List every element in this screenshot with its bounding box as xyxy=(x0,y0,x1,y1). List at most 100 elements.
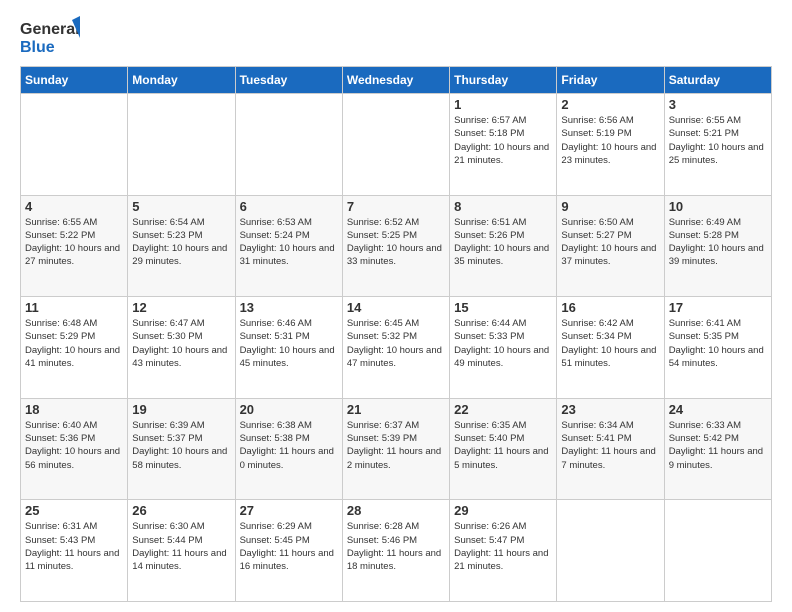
day-info: Sunrise: 6:47 AM Sunset: 5:30 PM Dayligh… xyxy=(132,317,230,370)
week-row-3: 18 Sunrise: 6:40 AM Sunset: 5:36 PM Dayli… xyxy=(21,398,772,500)
day-number: 22 xyxy=(454,402,552,417)
day-cell: 22 Sunrise: 6:35 AM Sunset: 5:40 PM Dayli… xyxy=(450,398,557,500)
day-info: Sunrise: 6:44 AM Sunset: 5:33 PM Dayligh… xyxy=(454,317,552,370)
page: GeneralBlue SundayMondayTuesdayWednesday… xyxy=(0,0,792,612)
week-row-2: 11 Sunrise: 6:48 AM Sunset: 5:29 PM Dayli… xyxy=(21,297,772,399)
day-number: 26 xyxy=(132,503,230,518)
day-cell: 27 Sunrise: 6:29 AM Sunset: 5:45 PM Dayli… xyxy=(235,500,342,602)
col-header-thursday: Thursday xyxy=(450,67,557,94)
day-number: 23 xyxy=(561,402,659,417)
day-cell xyxy=(557,500,664,602)
day-number: 9 xyxy=(561,199,659,214)
day-cell: 18 Sunrise: 6:40 AM Sunset: 5:36 PM Dayli… xyxy=(21,398,128,500)
day-number: 14 xyxy=(347,300,445,315)
day-number: 20 xyxy=(240,402,338,417)
day-cell: 26 Sunrise: 6:30 AM Sunset: 5:44 PM Dayli… xyxy=(128,500,235,602)
day-cell xyxy=(342,94,449,196)
day-info: Sunrise: 6:48 AM Sunset: 5:29 PM Dayligh… xyxy=(25,317,123,370)
day-number: 21 xyxy=(347,402,445,417)
day-info: Sunrise: 6:45 AM Sunset: 5:32 PM Dayligh… xyxy=(347,317,445,370)
day-cell: 3Sunrise: 6:55 AM Sunset: 5:21 PM Daylig… xyxy=(664,94,771,196)
header: GeneralBlue xyxy=(20,16,772,56)
day-cell: 12 Sunrise: 6:47 AM Sunset: 5:30 PM Dayli… xyxy=(128,297,235,399)
day-number: 17 xyxy=(669,300,767,315)
day-cell: 9 Sunrise: 6:50 AM Sunset: 5:27 PM Daylig… xyxy=(557,195,664,297)
day-info: Sunrise: 6:56 AM Sunset: 5:19 PM Dayligh… xyxy=(561,114,659,167)
day-number: 2 xyxy=(561,97,659,112)
col-header-saturday: Saturday xyxy=(664,67,771,94)
day-cell: 10Sunrise: 6:49 AM Sunset: 5:28 PM Dayli… xyxy=(664,195,771,297)
day-number: 25 xyxy=(25,503,123,518)
col-header-friday: Friday xyxy=(557,67,664,94)
day-number: 15 xyxy=(454,300,552,315)
svg-text:Blue: Blue xyxy=(20,39,55,56)
day-info: Sunrise: 6:54 AM Sunset: 5:23 PM Dayligh… xyxy=(132,216,230,269)
day-cell: 4Sunrise: 6:55 AM Sunset: 5:22 PM Daylig… xyxy=(21,195,128,297)
day-info: Sunrise: 6:37 AM Sunset: 5:39 PM Dayligh… xyxy=(347,419,445,472)
col-header-monday: Monday xyxy=(128,67,235,94)
svg-text:General: General xyxy=(20,21,80,38)
day-number: 6 xyxy=(240,199,338,214)
day-number: 28 xyxy=(347,503,445,518)
day-number: 16 xyxy=(561,300,659,315)
day-info: Sunrise: 6:46 AM Sunset: 5:31 PM Dayligh… xyxy=(240,317,338,370)
day-number: 7 xyxy=(347,199,445,214)
calendar-table: SundayMondayTuesdayWednesdayThursdayFrid… xyxy=(20,66,772,602)
day-cell: 19Sunrise: 6:39 AM Sunset: 5:37 PM Dayli… xyxy=(128,398,235,500)
day-cell: 2 Sunrise: 6:56 AM Sunset: 5:19 PM Daylig… xyxy=(557,94,664,196)
day-cell: 15 Sunrise: 6:44 AM Sunset: 5:33 PM Dayli… xyxy=(450,297,557,399)
day-info: Sunrise: 6:30 AM Sunset: 5:44 PM Dayligh… xyxy=(132,520,230,573)
day-info: Sunrise: 6:35 AM Sunset: 5:40 PM Dayligh… xyxy=(454,419,552,472)
day-cell: 11 Sunrise: 6:48 AM Sunset: 5:29 PM Dayli… xyxy=(21,297,128,399)
day-number: 11 xyxy=(25,300,123,315)
col-header-wednesday: Wednesday xyxy=(342,67,449,94)
day-number: 18 xyxy=(25,402,123,417)
day-info: Sunrise: 6:57 AM Sunset: 5:18 PM Dayligh… xyxy=(454,114,552,167)
day-number: 27 xyxy=(240,503,338,518)
day-number: 5 xyxy=(132,199,230,214)
day-info: Sunrise: 6:52 AM Sunset: 5:25 PM Dayligh… xyxy=(347,216,445,269)
day-number: 12 xyxy=(132,300,230,315)
day-info: Sunrise: 6:31 AM Sunset: 5:43 PM Dayligh… xyxy=(25,520,123,573)
day-info: Sunrise: 6:26 AM Sunset: 5:47 PM Dayligh… xyxy=(454,520,552,573)
day-info: Sunrise: 6:28 AM Sunset: 5:46 PM Dayligh… xyxy=(347,520,445,573)
col-header-tuesday: Tuesday xyxy=(235,67,342,94)
day-number: 4 xyxy=(25,199,123,214)
week-row-4: 25 Sunrise: 6:31 AM Sunset: 5:43 PM Dayli… xyxy=(21,500,772,602)
day-cell: 8 Sunrise: 6:51 AM Sunset: 5:26 PM Daylig… xyxy=(450,195,557,297)
logo-svg: GeneralBlue xyxy=(20,16,80,56)
day-cell: 16 Sunrise: 6:42 AM Sunset: 5:34 PM Dayli… xyxy=(557,297,664,399)
day-number: 13 xyxy=(240,300,338,315)
day-number: 19 xyxy=(132,402,230,417)
day-cell: 7 Sunrise: 6:52 AM Sunset: 5:25 PM Daylig… xyxy=(342,195,449,297)
day-number: 1 xyxy=(454,97,552,112)
day-number: 8 xyxy=(454,199,552,214)
day-info: Sunrise: 6:29 AM Sunset: 5:45 PM Dayligh… xyxy=(240,520,338,573)
day-cell xyxy=(664,500,771,602)
day-info: Sunrise: 6:41 AM Sunset: 5:35 PM Dayligh… xyxy=(669,317,767,370)
day-cell: 24Sunrise: 6:33 AM Sunset: 5:42 PM Dayli… xyxy=(664,398,771,500)
day-info: Sunrise: 6:51 AM Sunset: 5:26 PM Dayligh… xyxy=(454,216,552,269)
day-cell: 1 Sunrise: 6:57 AM Sunset: 5:18 PM Daylig… xyxy=(450,94,557,196)
day-cell xyxy=(21,94,128,196)
day-cell: 28 Sunrise: 6:28 AM Sunset: 5:46 PM Dayli… xyxy=(342,500,449,602)
day-cell: 20 Sunrise: 6:38 AM Sunset: 5:38 PM Dayli… xyxy=(235,398,342,500)
day-info: Sunrise: 6:50 AM Sunset: 5:27 PM Dayligh… xyxy=(561,216,659,269)
day-cell: 13 Sunrise: 6:46 AM Sunset: 5:31 PM Dayli… xyxy=(235,297,342,399)
day-info: Sunrise: 6:53 AM Sunset: 5:24 PM Dayligh… xyxy=(240,216,338,269)
day-cell: 23Sunrise: 6:34 AM Sunset: 5:41 PM Dayli… xyxy=(557,398,664,500)
day-number: 29 xyxy=(454,503,552,518)
day-info: Sunrise: 6:55 AM Sunset: 5:21 PM Dayligh… xyxy=(669,114,767,167)
logo: GeneralBlue xyxy=(20,16,80,56)
day-info: Sunrise: 6:42 AM Sunset: 5:34 PM Dayligh… xyxy=(561,317,659,370)
header-row: SundayMondayTuesdayWednesdayThursdayFrid… xyxy=(21,67,772,94)
day-cell: 17 Sunrise: 6:41 AM Sunset: 5:35 PM Dayli… xyxy=(664,297,771,399)
day-cell: 5 Sunrise: 6:54 AM Sunset: 5:23 PM Daylig… xyxy=(128,195,235,297)
col-header-sunday: Sunday xyxy=(21,67,128,94)
day-info: Sunrise: 6:38 AM Sunset: 5:38 PM Dayligh… xyxy=(240,419,338,472)
week-row-1: 4Sunrise: 6:55 AM Sunset: 5:22 PM Daylig… xyxy=(21,195,772,297)
day-cell xyxy=(128,94,235,196)
day-cell: 25 Sunrise: 6:31 AM Sunset: 5:43 PM Dayli… xyxy=(21,500,128,602)
day-info: Sunrise: 6:33 AM Sunset: 5:42 PM Dayligh… xyxy=(669,419,767,472)
day-info: Sunrise: 6:40 AM Sunset: 5:36 PM Dayligh… xyxy=(25,419,123,472)
